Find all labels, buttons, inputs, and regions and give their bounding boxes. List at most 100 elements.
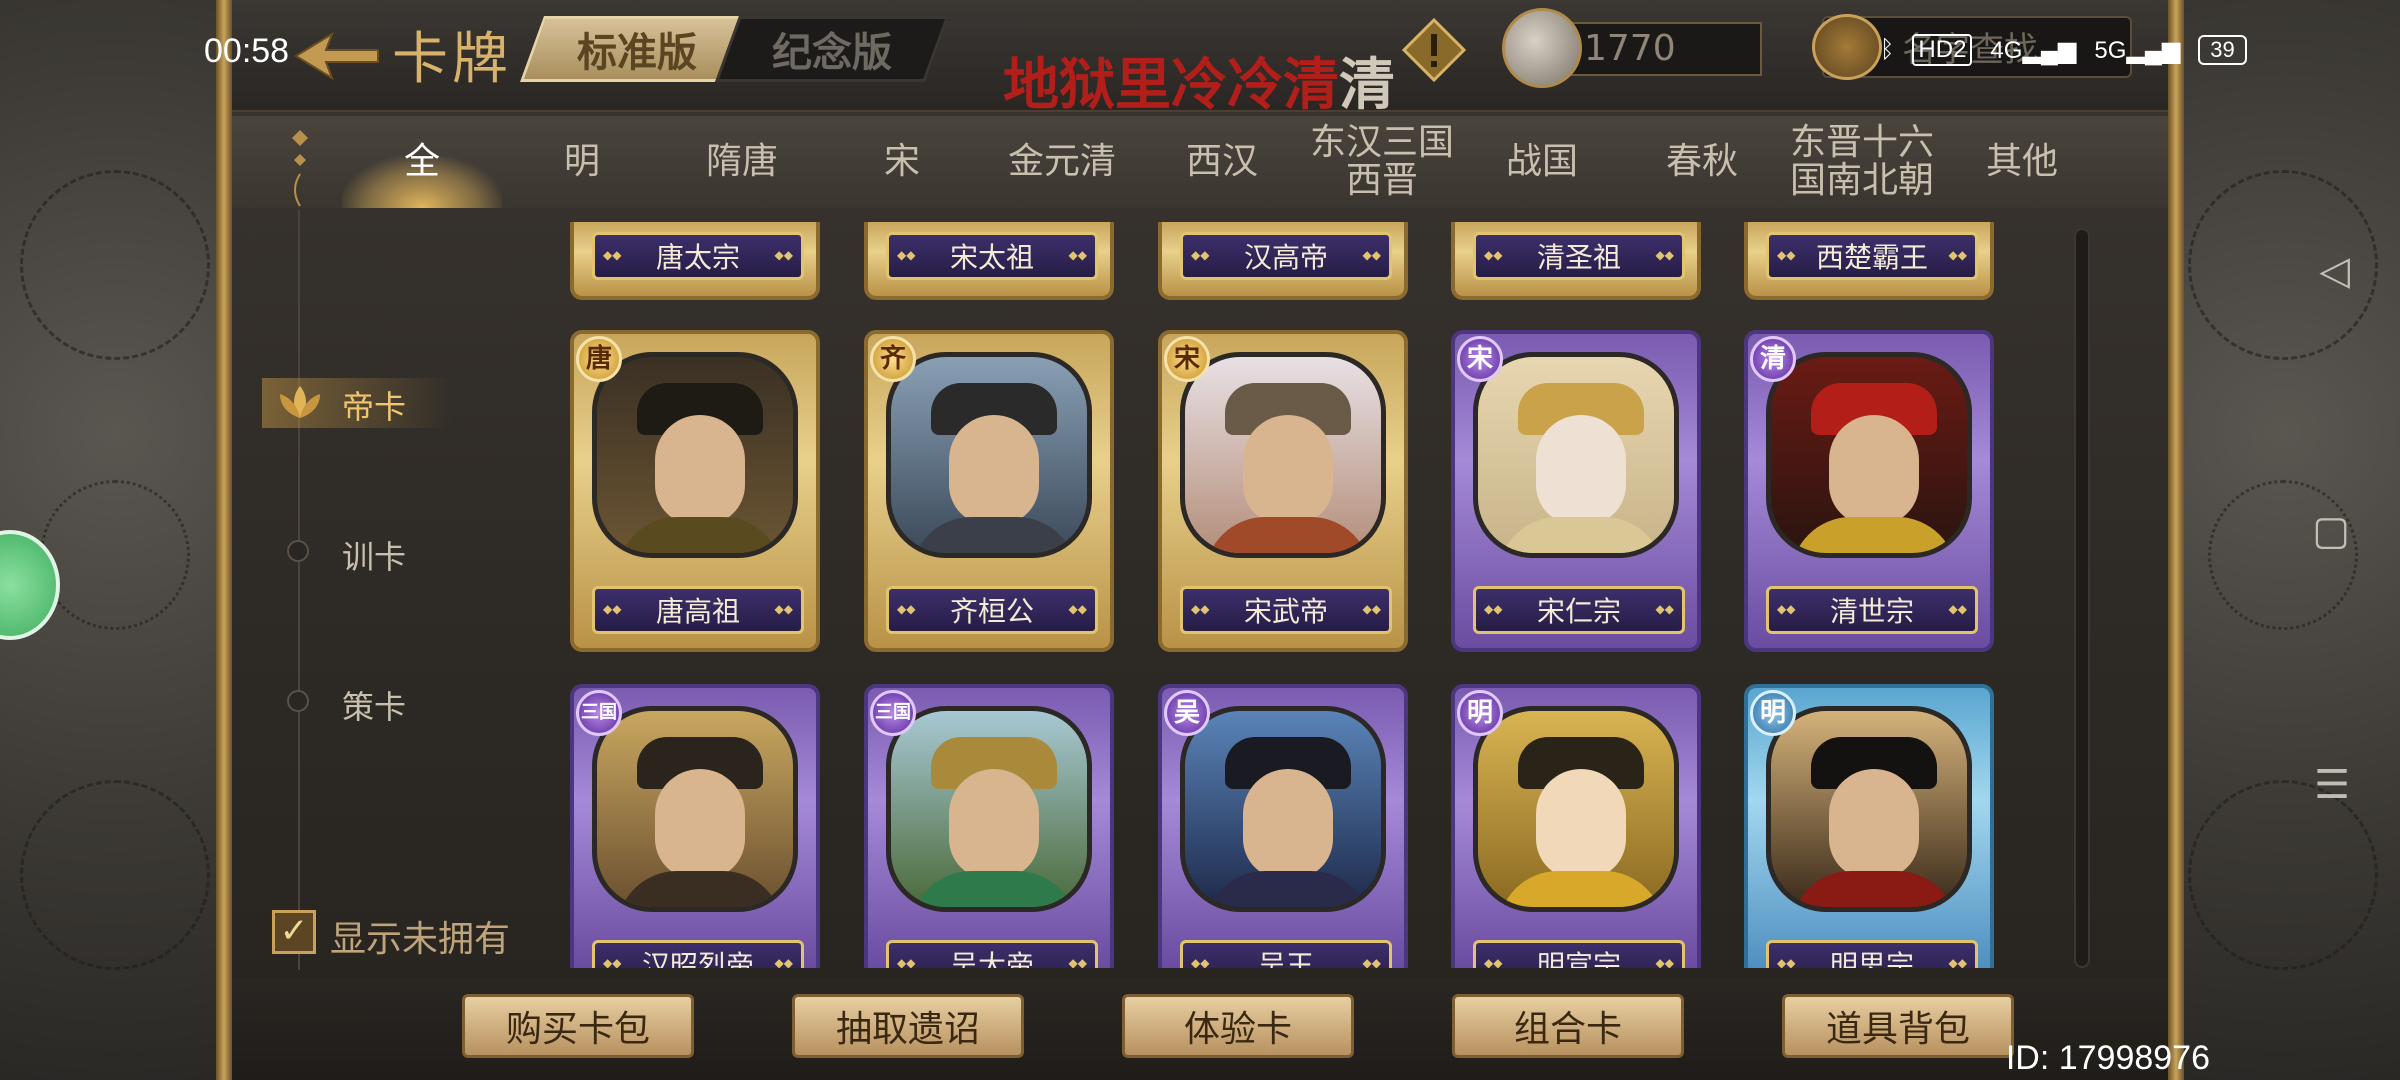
dynasty-badge: 明 [1457,690,1503,736]
card-name: 齐桓公 [886,586,1098,634]
card-portrait [1766,706,1972,912]
portrait-robe [911,517,1077,553]
sidebar-item-strategy-card[interactable]: 策卡 [342,682,406,728]
hd-label: HD2 [1912,34,1973,66]
sidebar-item-emperor-card[interactable]: 帝卡 [342,382,406,428]
card-song-wudi[interactable]: 宋 宋武帝 [1158,330,1408,652]
card-name: 吴大帝 [886,940,1098,968]
card-name: 宋武帝 [1180,586,1392,634]
dragon-ornament [2188,780,2378,970]
tab-category-chunqiu[interactable]: 春秋 [1622,116,1782,208]
combo-card-button[interactable]: 组合卡 [1452,994,1684,1058]
warning-icon[interactable] [1402,18,1466,82]
show-unowned-label: 显示未拥有 [330,919,511,960]
tab-category-other[interactable]: 其他 [1942,116,2102,208]
tab-category-song[interactable]: 宋 [822,116,982,208]
card-han-gaodi[interactable]: 汉高帝 [1158,222,1408,300]
signal-icon: 4G▂▄▆ [1990,36,2077,64]
card-tang-gaozu[interactable]: 唐 唐高祖 [570,330,820,652]
dynasty-badge: 三国 [576,690,622,736]
nav-home-icon[interactable]: ▢ [2312,508,2350,554]
card-ming-sizong[interactable]: 明 明思宗 [1744,684,1994,968]
battery-icon: 39 [2198,35,2247,65]
card-name: 西楚霸王 [1766,232,1978,280]
sidebar-line [298,210,300,970]
card-song-renzong[interactable]: 宋 宋仁宗 [1451,330,1701,652]
portrait-robe [911,871,1077,907]
tab-memorial-version[interactable]: 纪念版 [714,16,950,82]
card-name: 唐高祖 [592,586,804,634]
bottom-action-bar: 购买卡包 抽取遗诏 体验卡 组合卡 道具背包 [232,978,2168,1080]
portrait-face [1829,415,1919,525]
portrait-face [1536,415,1626,525]
portrait-face [655,769,745,879]
card-name: 明思宗 [1766,940,1978,968]
card-portrait [592,352,798,558]
nav-menu-icon[interactable]: ☰ [2314,762,2350,808]
signal-icon: 5G▂▄▆ [2094,36,2181,64]
card-portrait [1766,352,1972,558]
sidebar-item-train-card[interactable]: 训卡 [342,532,406,578]
card-name: 汉昭烈帝 [592,940,804,968]
status-time: 00:58 [204,32,290,70]
dynasty-badge: 清 [1750,336,1796,382]
card-qing-shizong[interactable]: 清 清世宗 [1744,330,1994,652]
tab-category-donghan[interactable]: 东汉三国 西晋 [1302,116,1462,208]
search-icon[interactable] [1812,14,1882,80]
tab-category-all[interactable]: 全 [342,116,502,208]
card-han-zhaoliedi[interactable]: 三国 汉昭烈帝 [570,684,820,968]
portrait-face [1829,769,1919,879]
card-wu-dadi[interactable]: 三国 吴大帝 [864,684,1114,968]
portrait-robe [1205,517,1371,553]
card-name: 唐太宗 [592,232,804,280]
dragon-ornament [20,780,210,970]
tab-category-ming[interactable]: 明 [502,116,662,208]
trial-card-button[interactable]: 体验卡 [1122,994,1354,1058]
dynasty-badge: 吴 [1164,690,1210,736]
dragon-ornament [2208,480,2358,630]
status-icons: ᛒ HD2 4G▂▄▆ 5G▂▄▆ 39 [1880,34,2247,66]
card-name: 汉高帝 [1180,232,1392,280]
card-portrait [592,706,798,912]
card-portrait [886,352,1092,558]
draw-edict-button[interactable]: 抽取遗诏 [792,994,1024,1058]
card-song-taizu[interactable]: 宋太祖 [864,222,1114,300]
card-name: 吴王 [1180,940,1392,968]
card-portrait [886,706,1092,912]
dynasty-badge: 齐 [870,336,916,382]
tab-category-jinyuanqing[interactable]: 金元清 [982,116,1142,208]
card-qi-huangong[interactable]: 齐 齐桓公 [864,330,1114,652]
card-portrait [1180,352,1386,558]
tab-category-xihan[interactable]: 西汉 [1142,116,1302,208]
card-xichu-bawang[interactable]: 西楚霸王 [1744,222,1994,300]
tab-category-dongjin[interactable]: 东晋十六 国南北朝 [1782,116,1942,208]
bluetooth-icon: ᛒ [1880,36,1895,63]
tab-category-suitang[interactable]: 隋唐 [662,116,822,208]
sidebar-dot [287,540,309,562]
frame-border [216,0,232,1080]
nav-back-icon[interactable]: ◁ [2319,248,2350,294]
dragon-ornament [20,170,210,360]
portrait-face [949,415,1039,525]
card-qing-shengzu[interactable]: 清圣祖 [1451,222,1701,300]
portrait-robe [1791,871,1957,907]
sidebar-dot [287,690,309,712]
portrait-robe [1498,517,1664,553]
card-portrait [1473,706,1679,912]
back-arrow-icon[interactable] [292,26,382,86]
card-name: 明宣宗 [1473,940,1685,968]
page-title: 卡牌 [392,27,512,92]
card-portrait [1473,352,1679,558]
item-backpack-button[interactable]: 道具背包 [1782,994,2014,1058]
portrait-robe [1791,517,1957,553]
card-tang-taizong[interactable]: 唐太宗 [570,222,820,300]
user-id: ID: 17998976 [2005,1039,2210,1077]
buy-pack-button[interactable]: 购买卡包 [462,994,694,1058]
tab-category-zhanguo[interactable]: 战国 [1462,116,1622,208]
card-grid-scrollbar[interactable] [2074,228,2090,968]
show-unowned-checkbox[interactable]: ✓ [272,910,316,954]
card-ming-xuanzong[interactable]: 明 明宣宗 [1451,684,1701,968]
card-wu-wang[interactable]: 吴 吴王 [1158,684,1408,968]
portrait-robe [1498,871,1664,907]
overlay-watermark-title: 地狱里冷冷清清 [1003,53,1395,118]
